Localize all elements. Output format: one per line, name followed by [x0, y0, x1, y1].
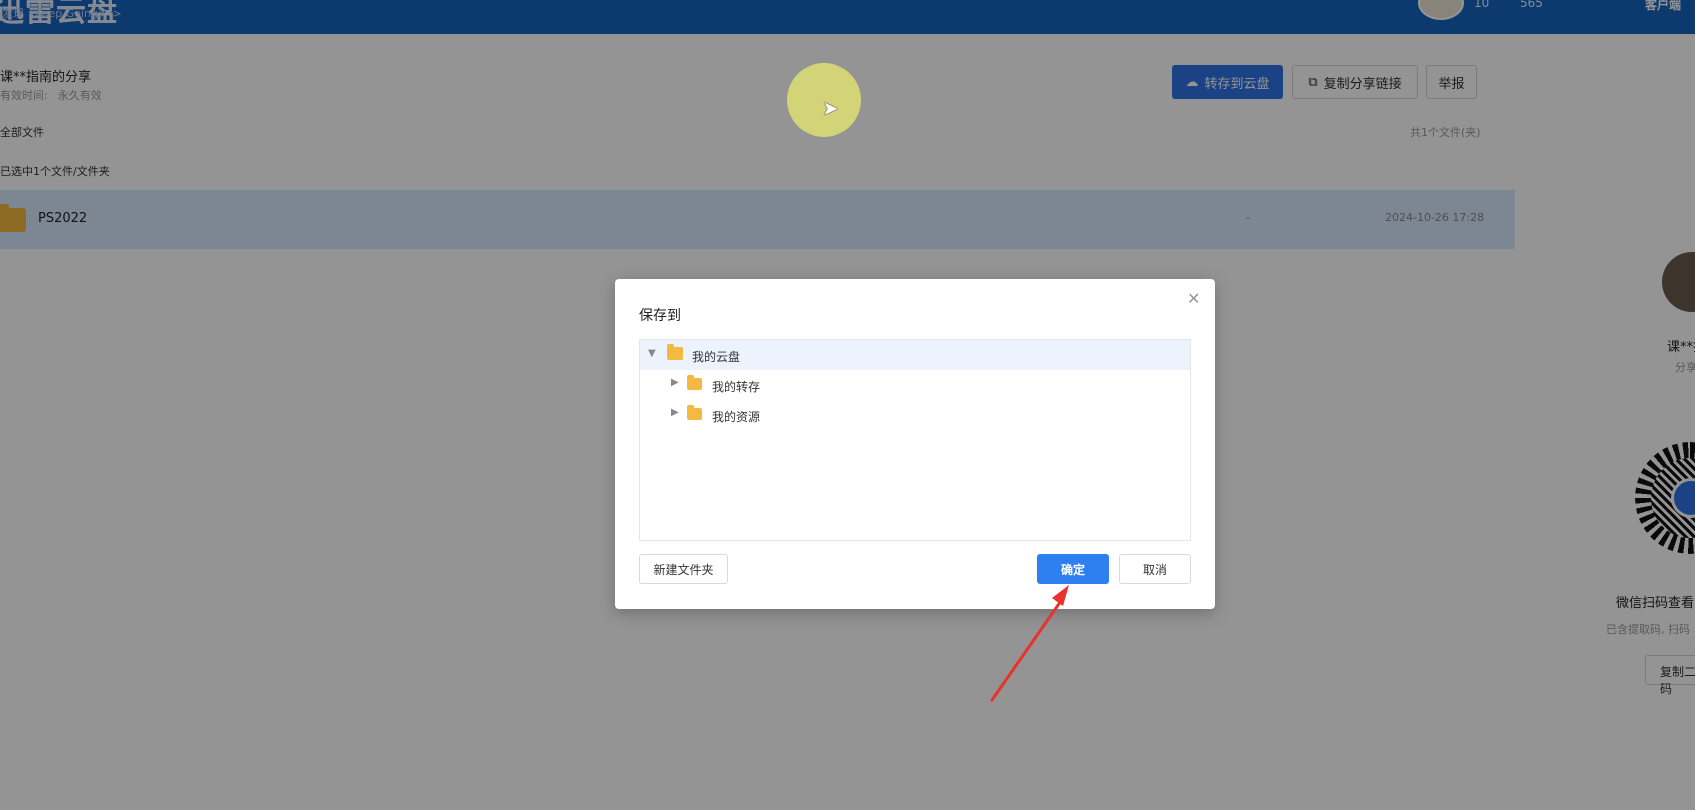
folder-icon [687, 405, 702, 420]
confirm-button[interactable]: 确定 [1037, 554, 1109, 584]
tree-item-label: 我的转存 [712, 380, 761, 394]
save-to-dialog: 保存到 ✕ ▼ 我的云盘 ▶ 我的转存 ▶ 我的资源 新建文件夹 确定 取消 [615, 279, 1215, 609]
folder-icon [667, 344, 683, 360]
dialog-title: 保存到 [639, 308, 681, 324]
caret-right-icon[interactable]: ▶ [671, 377, 679, 388]
caret-right-icon[interactable]: ▶ [671, 407, 679, 418]
new-folder-button[interactable]: 新建文件夹 [639, 554, 728, 584]
tree-item-label: 我的资源 [712, 410, 761, 424]
mouse-cursor-icon: ➤ [822, 96, 839, 120]
folder-tree: ▼ 我的云盘 ▶ 我的转存 ▶ 我的资源 [639, 339, 1191, 541]
caret-down-icon[interactable]: ▼ [648, 348, 656, 359]
cancel-button[interactable]: 取消 [1119, 554, 1191, 584]
tree-item-label: 我的云盘 [692, 350, 741, 364]
tree-item-my-transfers[interactable]: ▶ 我的转存 [640, 370, 1190, 400]
folder-icon [687, 375, 702, 390]
close-icon[interactable]: ✕ [1187, 289, 1200, 308]
tree-item-my-resources[interactable]: ▶ 我的资源 [640, 400, 1190, 430]
tree-item-my-cloud[interactable]: ▼ 我的云盘 [640, 340, 1190, 370]
